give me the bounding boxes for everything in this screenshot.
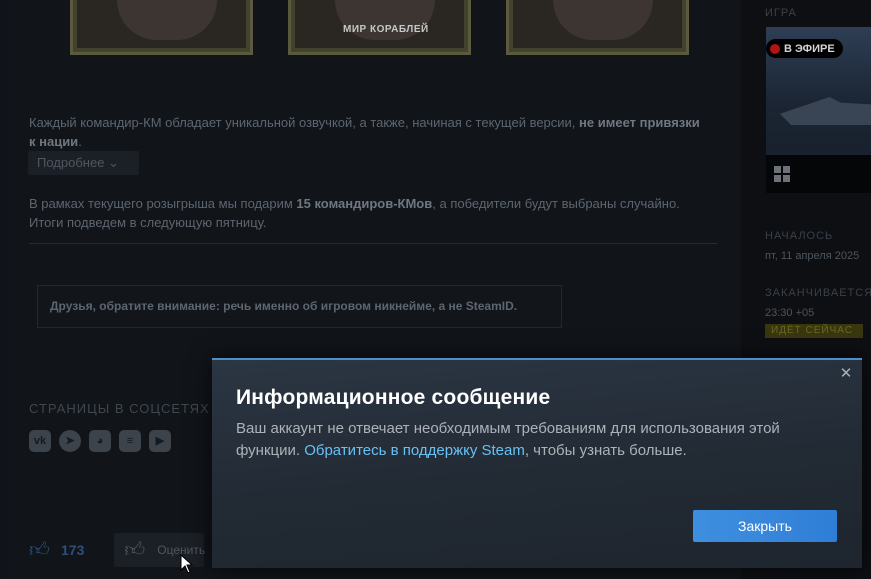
info-modal: ✕ Информационное сообщение Ваш аккаунт н… [212,358,862,568]
modal-title: Информационное сообщение [236,386,551,409]
mouse-cursor-icon [180,554,194,574]
support-link[interactable]: Обратитесь в поддержку Steam [304,442,525,459]
modal-message-end: , чтобы узнать больше. [524,442,687,459]
close-icon[interactable]: ✕ [838,366,854,382]
close-button[interactable]: Закрыть [693,510,837,542]
modal-message: Ваш аккаунт не отвечает необходимым треб… [236,418,836,462]
